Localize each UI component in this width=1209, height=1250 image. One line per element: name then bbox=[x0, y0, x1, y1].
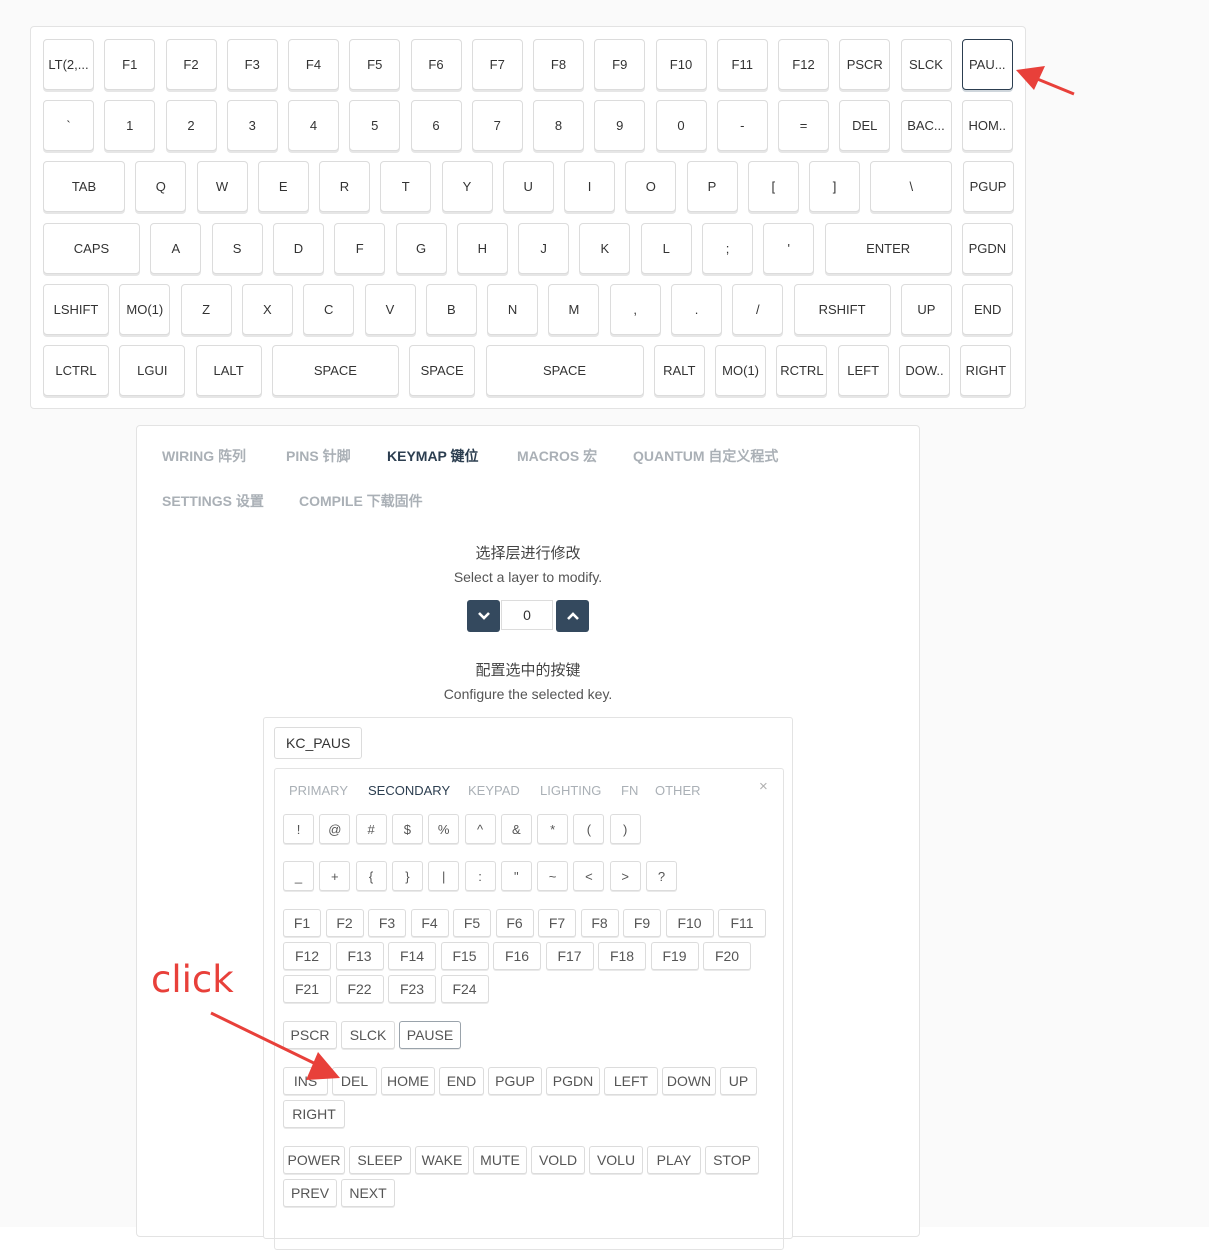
arrow-to-pause-key-icon bbox=[1016, 66, 1075, 96]
annotation-arrows bbox=[210, 66, 1075, 1080]
arrow-to-del-key-icon bbox=[210, 1011, 340, 1080]
